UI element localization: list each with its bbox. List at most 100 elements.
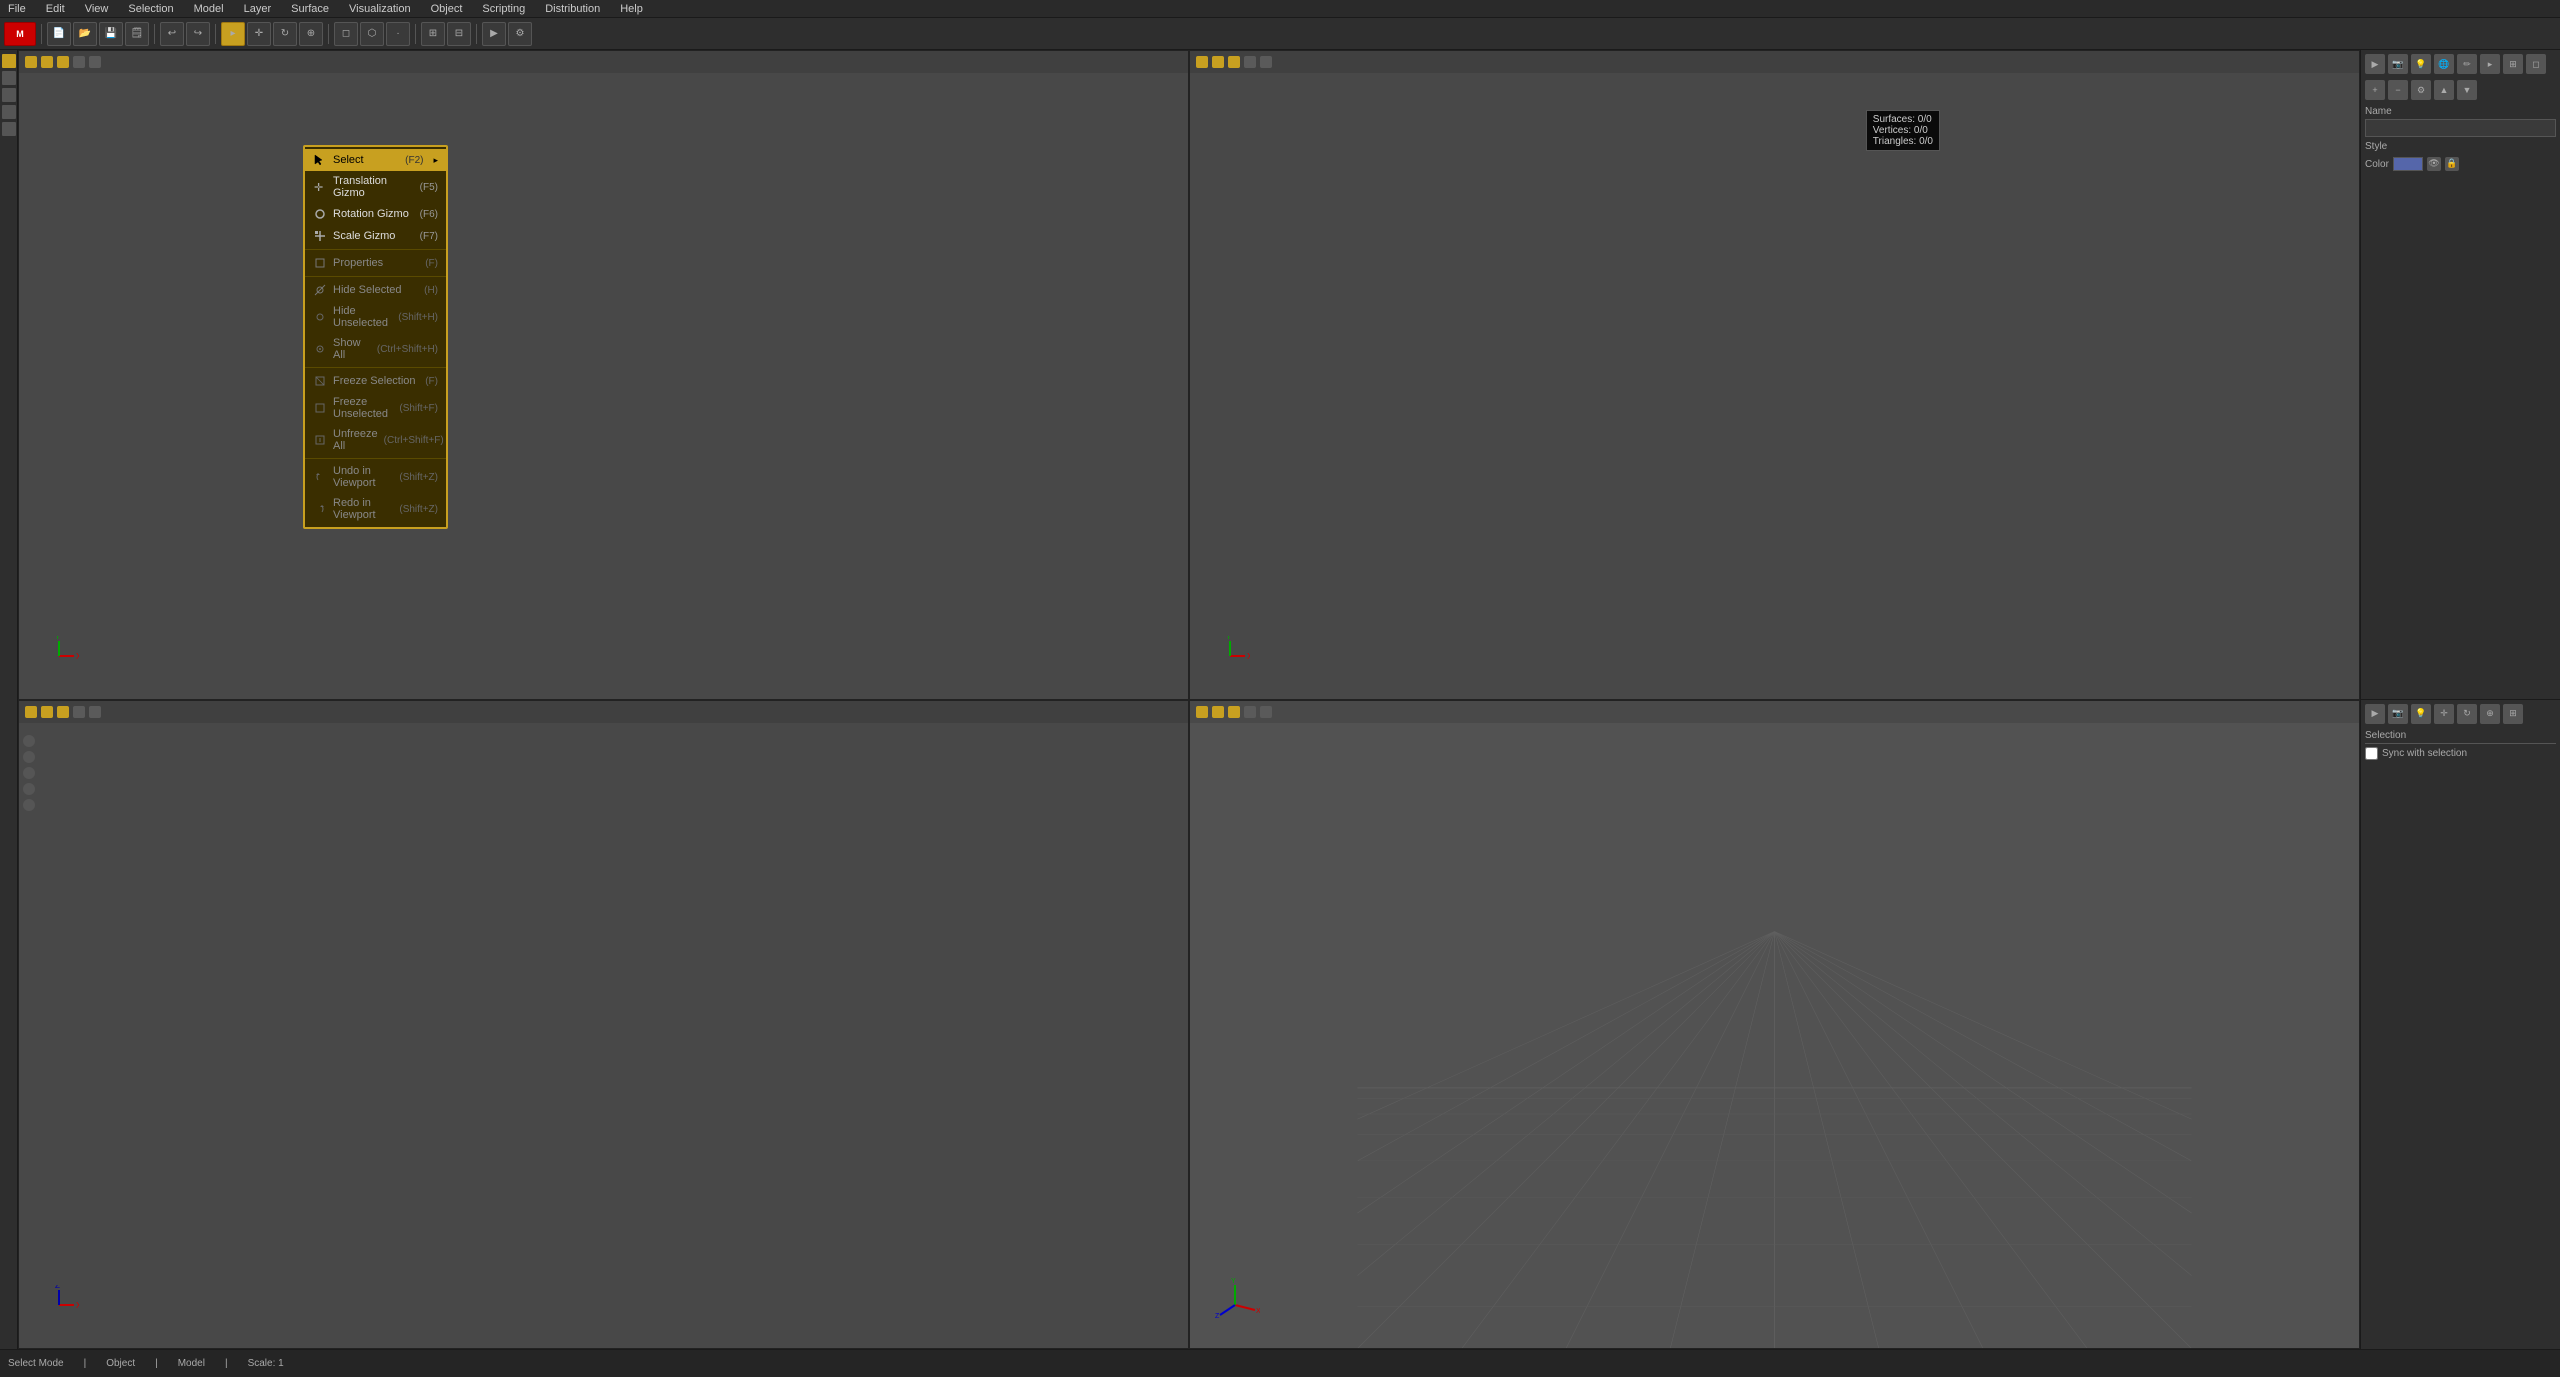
side-tool-2[interactable] (23, 751, 35, 763)
viewport-top-right[interactable]: X Y (1189, 50, 2360, 700)
rp-name-input[interactable] (2365, 119, 2556, 137)
vp-br-icon3[interactable] (1228, 706, 1240, 718)
rp-b-render-icon[interactable]: ▶ (2365, 704, 2385, 724)
vp-br-icon2[interactable] (1212, 706, 1224, 718)
rp-b-snap-icon[interactable]: ⊞ (2503, 704, 2523, 724)
side-tool-1[interactable] (23, 735, 35, 747)
grid-btn[interactable]: ⊟ (447, 22, 471, 46)
rp-render-icon[interactable]: ▶ (2365, 54, 2385, 74)
ctx-hide-selected[interactable]: Hide Selected (H) (305, 279, 446, 301)
menu-distribution[interactable]: Distribution (541, 2, 604, 16)
poly-btn[interactable]: ◻ (334, 22, 358, 46)
left-tool-2[interactable] (2, 71, 16, 85)
vp-tr-icon2[interactable] (1212, 56, 1224, 68)
menu-layer[interactable]: Layer (240, 2, 276, 16)
rp-scene-icon[interactable]: 🌐 (2434, 54, 2454, 74)
scale-btn[interactable]: ⊕ (299, 22, 323, 46)
vert-btn[interactable]: · (386, 22, 410, 46)
rp-color-lock-icon[interactable]: 🔒 (2445, 157, 2459, 171)
rp-add-icon[interactable]: + (2365, 80, 2385, 100)
menu-visualization[interactable]: Visualization (345, 2, 415, 16)
vp-br-icon1[interactable] (1196, 706, 1208, 718)
rp-color-swatch[interactable] (2393, 157, 2423, 171)
rp-color-eye-icon[interactable]: 👁 (2427, 157, 2441, 171)
rp-group-icon[interactable]: ⊞ (2503, 54, 2523, 74)
ctx-redo-viewport[interactable]: Redo in Viewport (Shift+Z) (305, 493, 446, 525)
side-tool-3[interactable] (23, 767, 35, 779)
vp-bl-icon2[interactable] (41, 706, 53, 718)
ctx-unfreeze-all[interactable]: Unfreeze All (Ctrl+Shift+F) (305, 424, 446, 456)
menu-edit[interactable]: Edit (42, 2, 69, 16)
rp-b-move-icon[interactable]: ✛ (2434, 704, 2454, 724)
select-tool-btn[interactable]: ▸ (221, 22, 245, 46)
rp-b-cam-icon[interactable]: 📷 (2388, 704, 2408, 724)
rp-settings-icon[interactable]: ⚙ (2411, 80, 2431, 100)
ctx-show-all[interactable]: Show All (Ctrl+Shift+H) (305, 333, 446, 365)
rp-b-rot-icon[interactable]: ↻ (2457, 704, 2477, 724)
menu-model[interactable]: Model (190, 2, 228, 16)
side-tool-5[interactable] (23, 799, 35, 811)
menu-file[interactable]: File (4, 2, 30, 16)
rp-remove-icon[interactable]: − (2388, 80, 2408, 100)
rp-b-light-icon[interactable]: 💡 (2411, 704, 2431, 724)
snap-btn[interactable]: ⊞ (421, 22, 445, 46)
rotate-btn[interactable]: ↻ (273, 22, 297, 46)
menu-help[interactable]: Help (616, 2, 647, 16)
menu-selection[interactable]: Selection (124, 2, 177, 16)
menu-scripting[interactable]: Scripting (478, 2, 529, 16)
ctx-undo-viewport[interactable]: Undo in Viewport (Shift+Z) (305, 461, 446, 493)
rp-light-icon[interactable]: 💡 (2411, 54, 2431, 74)
menu-surface[interactable]: Surface (287, 2, 333, 16)
render-btn[interactable]: ▶ (482, 22, 506, 46)
left-tool-3[interactable] (2, 88, 16, 102)
ctx-hide-unselected[interactable]: Hide Unselected (Shift+H) (305, 301, 446, 333)
vp-br-icon4[interactable] (1244, 706, 1256, 718)
vp-tr-icon4[interactable] (1244, 56, 1256, 68)
vp-bl-icon4[interactable] (73, 706, 85, 718)
render-settings-btn[interactable]: ⚙ (508, 22, 532, 46)
new-btn[interactable]: 📄 (47, 22, 71, 46)
viewport-bottom-left[interactable]: X Z (18, 700, 1189, 1350)
rp-sync-checkbox[interactable] (2365, 747, 2378, 760)
save-btn[interactable]: 💾 (99, 22, 123, 46)
vp-tr-icon1[interactable] (1196, 56, 1208, 68)
rp-down-icon[interactable]: ▼ (2457, 80, 2477, 100)
edge-btn[interactable]: ⬡ (360, 22, 384, 46)
rp-obj-icon[interactable]: ◻ (2526, 54, 2546, 74)
viewport-bottom-right[interactable]: X Y Z (1189, 700, 2360, 1350)
vp-tl-icon1[interactable] (25, 56, 37, 68)
rp-edit-icon[interactable]: ✏ (2457, 54, 2477, 74)
menu-object[interactable]: Object (427, 2, 467, 16)
side-tool-4[interactable] (23, 783, 35, 795)
redo-btn[interactable]: ↪ (186, 22, 210, 46)
menu-view[interactable]: View (81, 2, 113, 16)
open-btn[interactable]: 📂 (73, 22, 97, 46)
ctx-scale-gizmo[interactable]: Scale Gizmo (F7) (305, 225, 446, 247)
vp-tl-icon4[interactable] (73, 56, 85, 68)
logo-btn[interactable]: M (4, 22, 36, 46)
rp-select-icon[interactable]: ▸ (2480, 54, 2500, 74)
rp-up-icon[interactable]: ▲ (2434, 80, 2454, 100)
ctx-select[interactable]: Select (F2) ▸ (305, 149, 446, 171)
vp-tl-icon5[interactable] (89, 56, 101, 68)
vp-tl-icon3[interactable] (57, 56, 69, 68)
ctx-freeze-selection[interactable]: Freeze Selection (F) (305, 370, 446, 392)
left-tool-5[interactable] (2, 122, 16, 136)
translate-btn[interactable]: ✛ (247, 22, 271, 46)
left-tool-4[interactable] (2, 105, 16, 119)
vp-tl-icon2[interactable] (41, 56, 53, 68)
save-as-btn[interactable]: 🗒 (125, 22, 149, 46)
left-tool-select[interactable] (2, 54, 16, 68)
rp-camera-icon[interactable]: 📷 (2388, 54, 2408, 74)
vp-tr-icon3[interactable] (1228, 56, 1240, 68)
viewport-top-left[interactable]: X Y (18, 50, 1189, 700)
ctx-translation-gizmo[interactable]: ✛ Translation Gizmo (F5) (305, 171, 446, 203)
ctx-rotation-gizmo[interactable]: Rotation Gizmo (F6) (305, 203, 446, 225)
ctx-freeze-unselected[interactable]: Freeze Unselected (Shift+F) (305, 392, 446, 424)
vp-br-icon5[interactable] (1260, 706, 1272, 718)
vp-bl-icon3[interactable] (57, 706, 69, 718)
rp-b-scale-icon[interactable]: ⊕ (2480, 704, 2500, 724)
ctx-properties[interactable]: Properties (F) (305, 252, 446, 274)
undo-btn[interactable]: ↩ (160, 22, 184, 46)
vp-tr-icon5[interactable] (1260, 56, 1272, 68)
